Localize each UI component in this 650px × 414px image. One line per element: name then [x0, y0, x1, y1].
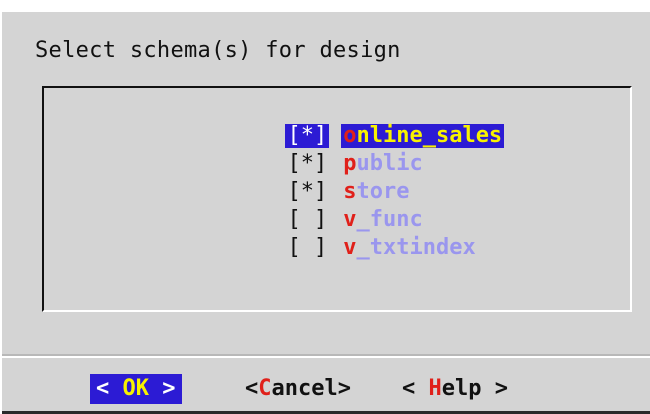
- schema-dialog: Select schema(s) for design [*] online_sa…: [0, 10, 650, 414]
- help-hotkey: H: [428, 376, 442, 401]
- schema-checklist[interactable]: [*] online_sales [*] public [*] store [ ] v_…: [42, 86, 632, 312]
- cancel-button[interactable]: <Cancel>: [245, 374, 351, 404]
- schema-name: _txtindex: [356, 235, 476, 260]
- ok-left-bracket: <: [96, 376, 123, 401]
- schema-item-online-sales[interactable]: [*] online_sales: [206, 100, 505, 148]
- dialog-title: Select schema(s) for design: [35, 38, 401, 63]
- button-bar: < OK > <Cancel> < Help >: [2, 374, 650, 404]
- ok-button[interactable]: < OK >: [90, 374, 182, 404]
- cancel-label: ancel>: [271, 376, 351, 401]
- hotkey-letter: v: [343, 235, 357, 260]
- ok-right-bracket: >: [149, 376, 176, 401]
- cancel-hotkey: C: [258, 376, 272, 401]
- schema-item-public[interactable]: [*] public: [206, 128, 425, 176]
- checkbox[interactable]: [ ]: [285, 236, 329, 260]
- schema-item-v-txtindex[interactable]: [ ] v_txtindex: [206, 212, 478, 260]
- schema-item-v-func[interactable]: [ ] v_func: [206, 184, 425, 232]
- schema-label: v_txtindex: [341, 236, 477, 260]
- ok-label: OK: [122, 376, 150, 401]
- help-label: elp >: [441, 376, 508, 401]
- button-separator: [2, 354, 650, 358]
- help-button[interactable]: < Help >: [402, 374, 508, 404]
- schema-item-store[interactable]: [*] store: [206, 156, 411, 204]
- cancel-left-bracket: <: [245, 376, 259, 401]
- help-left-bracket: <: [402, 376, 429, 401]
